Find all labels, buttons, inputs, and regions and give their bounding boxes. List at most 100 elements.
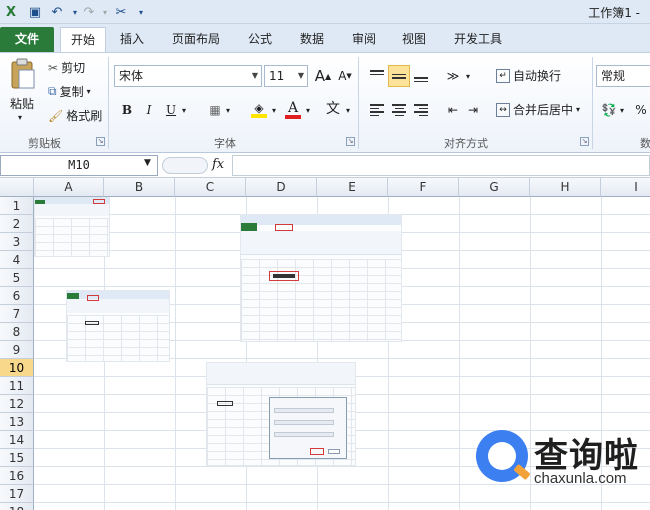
font-name-select[interactable]: 宋体 ▼ <box>114 65 262 87</box>
column-header[interactable]: C <box>175 178 246 197</box>
copy-dropdown-icon[interactable]: ▾ <box>87 87 91 96</box>
italic-button[interactable]: I <box>138 99 160 121</box>
grow-font-button[interactable]: A ▲ <box>312 65 334 87</box>
row-header[interactable]: 15 <box>0 449 34 467</box>
phonetic-button[interactable]: 文 <box>322 97 344 119</box>
tab-data[interactable]: 数据 <box>292 27 332 52</box>
tab-file[interactable]: 文件 <box>0 27 54 52</box>
tab-formulas[interactable]: 公式 <box>240 27 280 52</box>
column-header[interactable]: E <box>317 178 388 197</box>
embedded-screenshot-3[interactable] <box>240 214 402 342</box>
clipboard-launcher-icon[interactable]: ↘ <box>96 137 105 146</box>
row-header[interactable]: 12 <box>0 395 34 413</box>
phonetic-dropdown-icon[interactable]: ▾ <box>342 99 354 121</box>
align-left-button[interactable] <box>366 99 388 121</box>
row-header[interactable]: 9 <box>0 341 34 359</box>
row-header[interactable]: 7 <box>0 305 34 323</box>
embedded-screenshot-1[interactable] <box>34 197 110 257</box>
accounting-dropdown-icon[interactable]: ▾ <box>616 99 628 121</box>
fill-dropdown-icon[interactable]: ▾ <box>268 99 280 121</box>
row-header[interactable]: 16 <box>0 467 34 485</box>
row-header[interactable]: 4 <box>0 251 34 269</box>
align-bottom-button[interactable] <box>410 65 432 87</box>
paste-dropdown-icon[interactable]: ▾ <box>18 113 22 122</box>
row-header[interactable]: 13 <box>0 413 34 431</box>
highlight-box <box>93 199 105 204</box>
column-header[interactable]: H <box>530 178 601 197</box>
embedded-screenshot-4[interactable] <box>206 362 356 466</box>
font-color-icon: A <box>287 99 299 116</box>
font-size-select[interactable]: 11 ▼ <box>264 65 308 87</box>
orientation-dropdown-icon[interactable]: ▾ <box>462 65 474 87</box>
cut-button[interactable]: ✂ 剪切 <box>48 59 85 76</box>
row-header[interactable]: 8 <box>0 323 34 341</box>
watermark-url: chaxunla.com <box>534 470 627 487</box>
mini-titlebar <box>241 215 401 225</box>
merge-dropdown-icon[interactable]: ▾ <box>576 105 580 114</box>
decrease-indent-button[interactable]: ⇤ <box>442 99 464 121</box>
font-color-button[interactable]: A <box>282 99 304 121</box>
row-header-active[interactable]: 10 <box>0 359 34 377</box>
column-header[interactable]: B <box>104 178 175 197</box>
align-right-button[interactable] <box>410 99 432 121</box>
column-header[interactable]: A <box>34 178 104 197</box>
underline-dropdown-icon[interactable]: ▾ <box>178 99 190 121</box>
formula-bar-resize-handle[interactable] <box>162 157 208 174</box>
number-format-select[interactable]: 常规 <box>596 65 650 87</box>
row-header[interactable]: 18 <box>0 503 34 510</box>
tab-view[interactable]: 视图 <box>394 27 434 52</box>
row-header[interactable]: 2 <box>0 215 34 233</box>
row-header[interactable]: 17 <box>0 485 34 503</box>
formula-input[interactable] <box>232 155 650 176</box>
border-dropdown-icon[interactable]: ▾ <box>222 99 234 121</box>
tab-insert[interactable]: 插入 <box>112 27 152 52</box>
tools-icon[interactable]: ✂ <box>112 3 130 21</box>
select-all-corner[interactable] <box>0 178 34 197</box>
number-format-value: 常规 <box>601 69 626 83</box>
alignment-launcher-icon[interactable]: ↘ <box>580 137 589 146</box>
percent-button[interactable]: % <box>630 99 650 121</box>
bold-button[interactable]: B <box>116 99 138 121</box>
merge-center-button[interactable]: ↔ 合并后居中 ▾ <box>496 101 580 118</box>
tab-developer[interactable]: 开发工具 <box>446 27 510 52</box>
wrap-text-button[interactable]: ↵ 自动换行 <box>496 67 561 84</box>
paste-button[interactable]: 粘贴 <box>10 95 34 112</box>
mini-selected-cell <box>217 401 233 406</box>
undo-icon[interactable]: ↶ <box>48 3 66 21</box>
row-header[interactable]: 3 <box>0 233 34 251</box>
font-launcher-icon[interactable]: ↘ <box>346 137 355 146</box>
fill-color-button[interactable]: ◈ <box>248 99 270 121</box>
align-middle-button[interactable] <box>388 65 410 87</box>
row-header[interactable]: 5 <box>0 269 34 287</box>
row-header[interactable]: 11 <box>0 377 34 395</box>
column-header[interactable]: D <box>246 178 317 197</box>
row-header[interactable]: 14 <box>0 431 34 449</box>
title-bar: X ▣ ↶ ▾ ↷ ▾ ✂ ▾ 工作簿1 - <box>0 0 650 24</box>
align-center-button[interactable] <box>388 99 410 121</box>
column-header[interactable]: I <box>601 178 650 197</box>
copy-button[interactable]: ⧉ 复制 ▾ <box>48 83 91 100</box>
column-header[interactable]: F <box>388 178 459 197</box>
row-header[interactable]: 6 <box>0 287 34 305</box>
row-header[interactable]: 1 <box>0 197 34 215</box>
orientation-button[interactable]: ≫ <box>442 65 464 87</box>
font-color-dropdown-icon[interactable]: ▾ <box>302 99 314 121</box>
save-icon[interactable]: ▣ <box>26 3 44 21</box>
format-painter-button[interactable]: 🖌 格式刷 <box>48 107 102 124</box>
insert-function-icon[interactable]: fx <box>212 157 224 172</box>
name-box[interactable]: M10 <box>0 155 158 176</box>
tab-review[interactable]: 审阅 <box>344 27 384 52</box>
customize-toolbar-icon[interactable]: ▾ <box>132 3 150 21</box>
tab-home[interactable]: 开始 <box>60 27 106 53</box>
chevron-down-icon: ▼ <box>251 71 258 80</box>
column-header[interactable]: G <box>459 178 530 197</box>
increase-indent-button[interactable]: ⇥ <box>462 99 484 121</box>
embedded-screenshot-2[interactable] <box>66 290 170 362</box>
wrap-text-label: 自动换行 <box>513 69 562 83</box>
merge-center-icon: ↔ <box>496 102 510 117</box>
name-box-dropdown-icon[interactable]: ▼ <box>144 158 151 168</box>
paste-icon[interactable] <box>8 57 38 91</box>
align-top-button[interactable] <box>366 65 388 87</box>
shrink-font-button[interactable]: A ▼ <box>334 65 356 87</box>
tab-page-layout[interactable]: 页面布局 <box>164 27 228 52</box>
